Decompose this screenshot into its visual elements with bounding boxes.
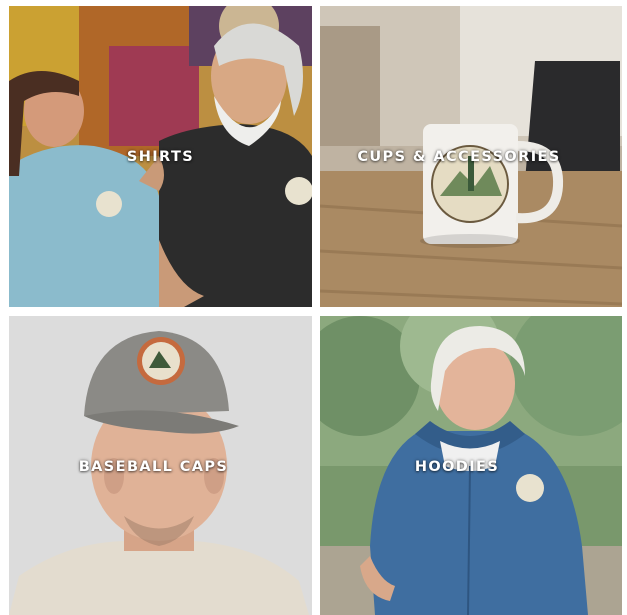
- category-tile-shirts[interactable]: SHIRTS: [9, 6, 312, 307]
- category-tile-cups-accessories[interactable]: CUPS & ACCESSORIES: [320, 6, 622, 307]
- category-label-shirts: SHIRTS: [126, 149, 195, 165]
- category-tile-hoodies[interactable]: HOODIES: [320, 316, 622, 615]
- category-tile-baseball-caps[interactable]: BASEBALL CAPS: [9, 316, 312, 615]
- category-label-baseball-caps: BASEBALL CAPS: [78, 459, 229, 475]
- category-label-hoodies: HOODIES: [414, 459, 500, 475]
- category-label-cups-accessories: CUPS & ACCESSORIES: [357, 149, 561, 165]
- category-grid: SHIRTS CUPS & ACCESSORIES BASEBALL CAPS …: [0, 0, 627, 615]
